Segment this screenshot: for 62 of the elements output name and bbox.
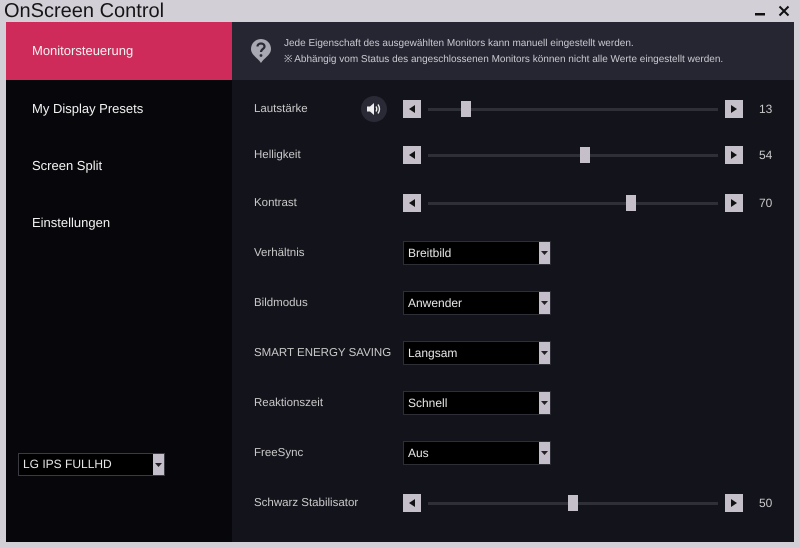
setting-label: FreeSync [254, 447, 304, 459]
dropdown-value: LG IPS FULLHD [22, 456, 113, 473]
decrease-button[interactable] [403, 146, 421, 164]
speaker-icon[interactable] [361, 96, 387, 122]
setting-label: Schwarz Stabilisator [254, 497, 360, 509]
decrease-button[interactable] [403, 194, 421, 212]
close-icon[interactable] [778, 5, 790, 17]
right-arrow-icon [731, 151, 737, 159]
dropdown-value: Breitbild [407, 245, 452, 262]
speaker-glyph-icon [366, 102, 382, 116]
left-arrow-icon [409, 151, 415, 159]
sidebar-item[interactable]: My Display Presets [6, 80, 232, 137]
dropdown-value: Schnell [407, 395, 448, 412]
left-arrow-icon [409, 105, 415, 113]
left-arrow-icon [409, 199, 415, 207]
increase-button[interactable] [725, 146, 743, 164]
dropdown-value: Langsam [407, 345, 458, 362]
decrease-button[interactable] [403, 494, 421, 512]
right-arrow-icon [731, 199, 737, 207]
sidebar-item[interactable]: Einstellungen [6, 194, 232, 251]
increase-button[interactable] [725, 494, 743, 512]
slider-thumb[interactable] [568, 495, 578, 511]
setting-label: Kontrast [254, 197, 298, 209]
slider-thumb[interactable] [626, 195, 636, 211]
caret-icon [541, 251, 548, 255]
caret-icon [541, 301, 548, 305]
value-text: 50 [759, 496, 772, 510]
setting-label: Helligkeit [254, 149, 302, 161]
window-title: OnScreen Control [4, 0, 164, 22]
setting-dropdown[interactable]: Aus [403, 441, 551, 465]
value-text: 13 [759, 102, 772, 116]
dropdown-value: Aus [407, 445, 430, 462]
value-text: 54 [759, 148, 772, 162]
info-text: ※ Abhängig vom Status des angeschlossenen Monitors können nicht alle Werte eingestellt werden. [284, 52, 724, 64]
monitor-dropdown[interactable]: LG IPS FULLHD [18, 453, 165, 476]
right-arrow-icon [731, 105, 737, 113]
setting-label: Reaktionszeit [254, 397, 324, 409]
info-text: Jede Eigenschaft des ausgewählten Monitors kann manuell eingestellt werden. [284, 38, 635, 48]
caret-icon [155, 462, 162, 466]
setting-label: Verhältnis [254, 247, 306, 259]
help-icon [250, 38, 272, 64]
sidebar-item[interactable]: Monitorsteuerung [6, 22, 232, 80]
dropdown-value: Anwender [407, 295, 464, 312]
setting-dropdown[interactable]: Breitbild [403, 241, 551, 265]
caret-icon [541, 401, 548, 405]
setting-dropdown[interactable]: Langsam [403, 341, 551, 365]
slider-thumb[interactable] [580, 147, 590, 163]
setting-label: Bildmodus [254, 297, 309, 309]
caret-icon [541, 351, 548, 355]
setting-dropdown[interactable]: Schnell [403, 391, 551, 415]
slider-thumb[interactable] [460, 101, 471, 117]
decrease-button[interactable] [403, 100, 421, 118]
sidebar-item[interactable]: Screen Split [6, 137, 232, 194]
setting-label: SMART ENERGY SAVING [254, 347, 392, 359]
caret-icon [541, 451, 548, 455]
setting-label: Lautstärke [254, 103, 309, 115]
setting-dropdown[interactable]: Anwender [403, 291, 551, 315]
left-arrow-icon [409, 499, 415, 507]
increase-button[interactable] [725, 100, 743, 118]
increase-button[interactable] [725, 194, 743, 212]
right-arrow-icon [731, 499, 737, 507]
value-text: 70 [759, 196, 772, 210]
